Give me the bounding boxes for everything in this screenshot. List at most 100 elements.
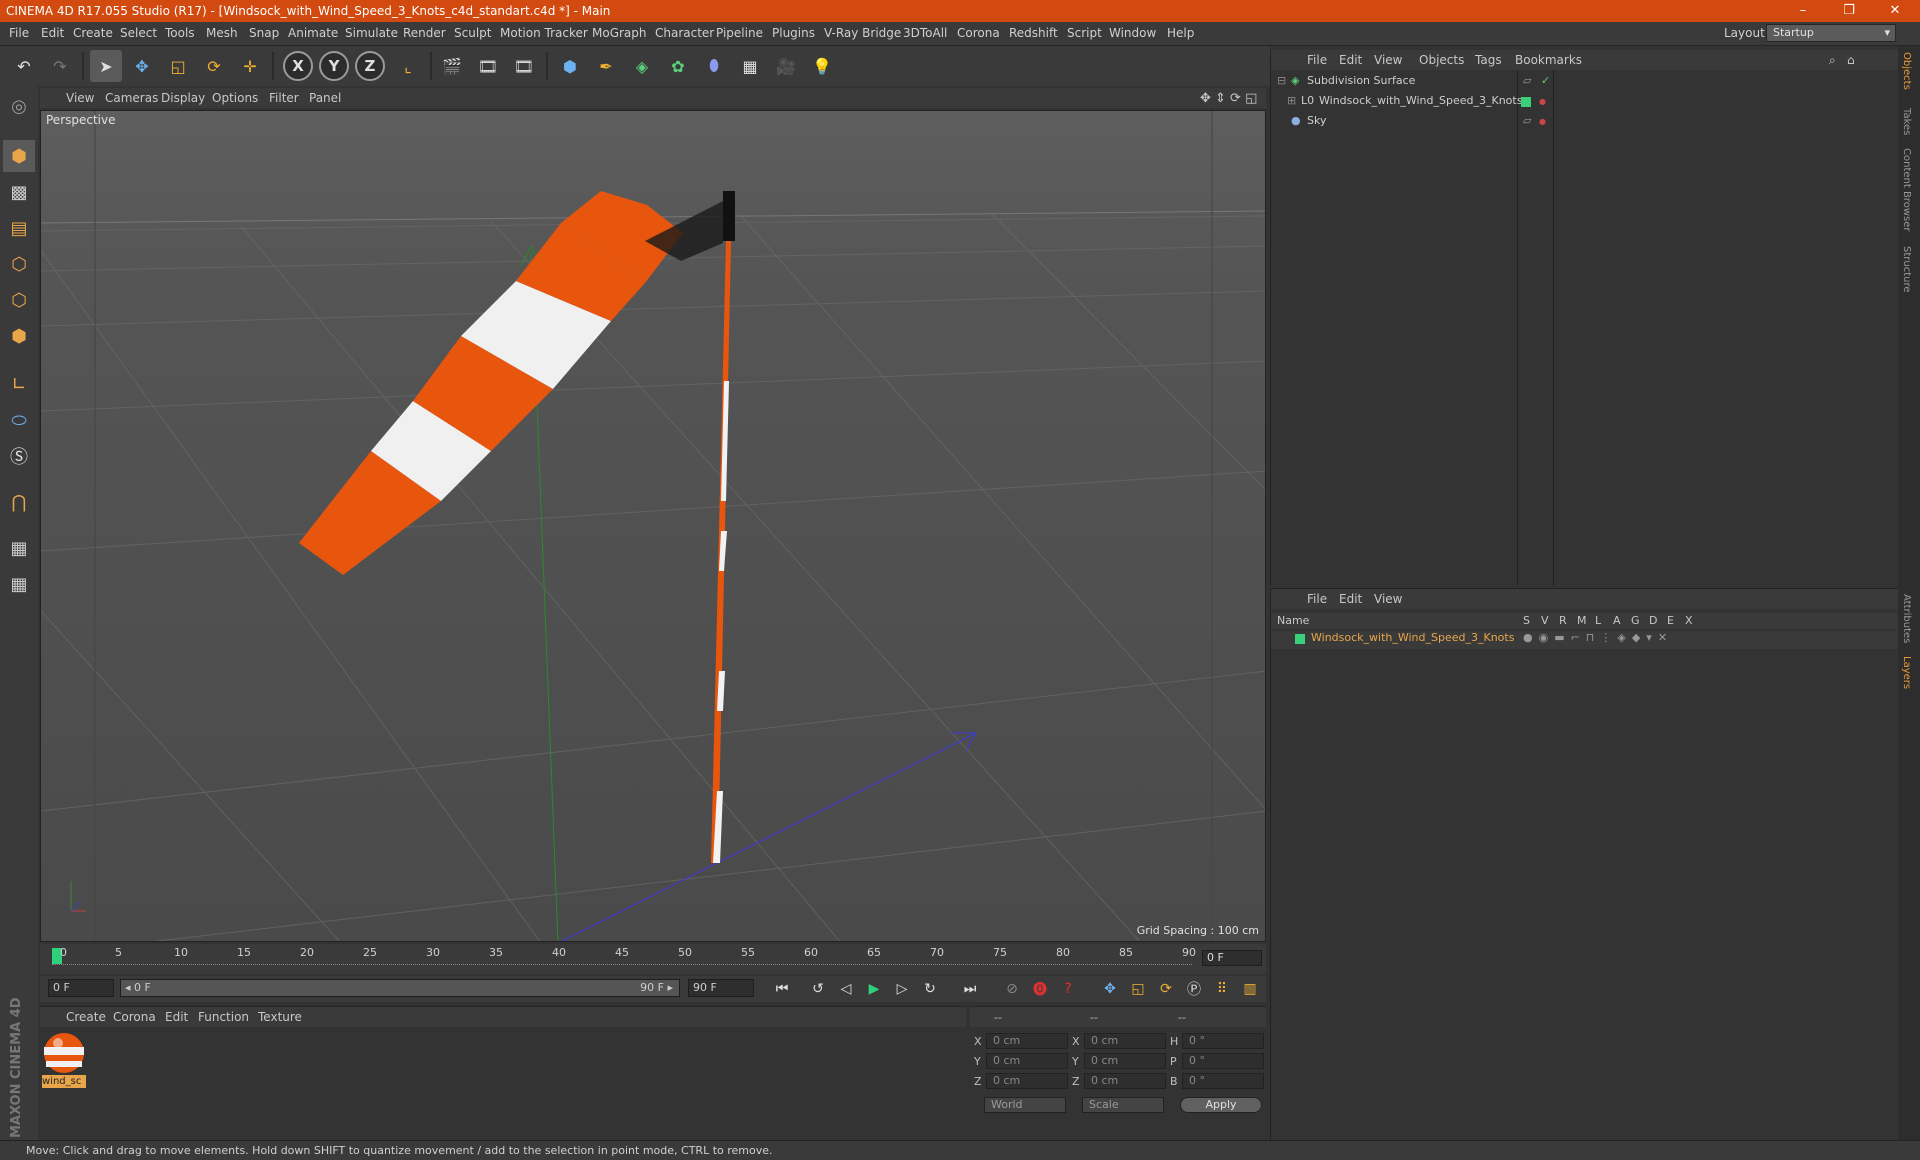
start-frame-field[interactable]: 0 F [48, 979, 114, 997]
menu-create[interactable]: Create [73, 26, 113, 40]
previous-key-button[interactable]: ↺ [806, 978, 830, 1000]
object-name[interactable]: Sky [1307, 114, 1326, 127]
menu-redshift[interactable]: Redshift [1009, 26, 1058, 40]
object-menu-tags[interactable]: Tags [1475, 53, 1502, 67]
scale-tool-button[interactable]: ◱ [162, 50, 194, 82]
layer-menu-edit[interactable]: Edit [1339, 592, 1362, 606]
viewport-menu-panel[interactable]: Panel [309, 91, 341, 105]
key-pla-button[interactable]: ⠿ [1210, 978, 1234, 1000]
apply-button[interactable]: Apply [1180, 1097, 1262, 1113]
viewport-menu-options[interactable]: Options [212, 91, 258, 105]
planar-workplane-button[interactable]: ▦ [3, 568, 35, 600]
viewport-nav-icons[interactable]: ✥ ⇕ ⟳ ◱ [1200, 91, 1257, 106]
key-param-button[interactable]: Ⓟ [1182, 978, 1206, 1000]
polygons-mode-button[interactable]: ⬢ [3, 320, 35, 352]
menu-3dtoall[interactable]: 3DToAll [903, 26, 947, 40]
coordinate-system-button[interactable]: ⌞ [392, 50, 424, 82]
model-mode-button[interactable]: ⬢ [3, 140, 35, 172]
record-active-button[interactable]: ⓿ [1028, 978, 1052, 1000]
rotate-tool-button[interactable]: ⟳ [198, 50, 230, 82]
expand-icon[interactable]: ⊞ [1287, 94, 1296, 107]
menu-window[interactable]: Window [1109, 26, 1156, 40]
make-editable-button[interactable]: ◎ [3, 90, 35, 122]
expand-icon[interactable]: ⊟ [1277, 74, 1286, 87]
key-rotation-button[interactable]: ⟳ [1154, 978, 1178, 1000]
undo-button[interactable]: ↶ [8, 50, 40, 82]
layer-color-icon[interactable] [1295, 634, 1305, 644]
next-frame-button[interactable]: ▷ [890, 978, 914, 1000]
menu-pipeline[interactable]: Pipeline [716, 26, 763, 40]
rot-b-field[interactable]: 0 ° [1182, 1073, 1264, 1089]
edges-mode-button[interactable]: ⬡ [3, 284, 35, 316]
size-y-field[interactable]: 0 cm [1084, 1053, 1166, 1069]
viewport-menu-filter[interactable]: Filter [269, 91, 299, 105]
edit-icon[interactable]: ▱ [1523, 114, 1531, 127]
menu-simulate[interactable]: Simulate [345, 26, 398, 40]
size-z-field[interactable]: 0 cm [1084, 1073, 1166, 1089]
tab-attributes[interactable]: Attributes [1901, 594, 1912, 643]
object-row[interactable]: ● Sky ▱ ● [1271, 114, 1899, 132]
magnet-button[interactable]: ⋂ [3, 486, 35, 518]
add-light-button[interactable]: 💡 [806, 50, 838, 82]
menu-help[interactable]: Help [1167, 26, 1194, 40]
record-keys-disabled-button[interactable]: ⊘ [1000, 978, 1024, 1000]
menu-snap[interactable]: Snap [249, 26, 279, 40]
tab-layers[interactable]: Layers [1901, 656, 1912, 689]
viewport-menu-view[interactable]: View [66, 91, 94, 105]
menu-sculpt[interactable]: Sculpt [454, 26, 491, 40]
menu-mesh[interactable]: Mesh [206, 26, 238, 40]
object-menu-view[interactable]: View [1374, 53, 1402, 67]
play-button[interactable]: ▶ [862, 978, 886, 1000]
menu-animate[interactable]: Animate [288, 26, 338, 40]
render-settings-button[interactable]: 🎞 [508, 50, 540, 82]
snap-button[interactable]: Ⓢ [3, 440, 35, 472]
frame-range-slider[interactable]: ◂ 0 F 90 F ▸ [120, 979, 680, 997]
object-row[interactable]: ⊞ L0 Windsock_with_Wind_Speed_3_Knots ● [1271, 94, 1899, 112]
layer-toggle-icons[interactable]: ●◉▬⌐⊓⋮◈◆▾✕ [1523, 631, 1673, 644]
timeline-window-button[interactable]: ▥ [1238, 978, 1262, 1000]
texture-mode-button[interactable]: ▩ [3, 176, 35, 208]
layer-color-icon[interactable] [1521, 97, 1531, 107]
menu-file[interactable]: File [9, 26, 29, 40]
menu-vray-bridge[interactable]: V-Ray Bridge [824, 26, 901, 40]
object-menu-edit[interactable]: Edit [1339, 53, 1362, 67]
size-mode-select[interactable]: Scale [1082, 1097, 1164, 1113]
coordinate-mode-select[interactable]: World [984, 1097, 1066, 1113]
layer-row[interactable]: Windsock_with_Wind_Speed_3_Knots ●◉▬⌐⊓⋮◈… [1271, 631, 1899, 649]
minimize-button[interactable]: – [1780, 0, 1826, 22]
layer-menu-view[interactable]: View [1374, 592, 1402, 606]
redo-button[interactable]: ↷ [44, 50, 76, 82]
pos-z-field[interactable]: 0 cm [986, 1073, 1068, 1089]
menu-motion-tracker[interactable]: Motion Tracker [500, 26, 588, 40]
tab-objects[interactable]: Objects [1901, 52, 1912, 90]
edit-icon[interactable]: ▱ [1523, 74, 1531, 87]
menu-select[interactable]: Select [120, 26, 157, 40]
menu-plugins[interactable]: Plugins [772, 26, 815, 40]
tab-content-browser[interactable]: Content Browser [1901, 148, 1912, 231]
object-menu-bookmarks[interactable]: Bookmarks [1515, 53, 1582, 67]
layer-menu-file[interactable]: File [1307, 592, 1327, 606]
viewport-menu-cameras[interactable]: Cameras [105, 91, 158, 105]
search-icon[interactable]: ⌕ [1829, 53, 1836, 68]
z-axis-button[interactable]: Z [355, 51, 385, 81]
layer-name[interactable]: Windsock_with_Wind_Speed_3_Knots [1311, 631, 1514, 644]
menu-edit[interactable]: Edit [41, 26, 64, 40]
menu-script[interactable]: Script [1067, 26, 1102, 40]
menu-corona[interactable]: Corona [957, 26, 1000, 40]
object-name[interactable]: Windsock_with_Wind_Speed_3_Knots [1319, 94, 1522, 107]
next-key-button[interactable]: ↻ [918, 978, 942, 1000]
end-frame-field[interactable]: 90 F [688, 979, 754, 997]
add-array-button[interactable]: ✿ [662, 50, 694, 82]
pos-y-field[interactable]: 0 cm [986, 1053, 1068, 1069]
menu-character[interactable]: Character [655, 26, 714, 40]
tab-structure[interactable]: Structure [1901, 246, 1912, 293]
close-button[interactable]: ✕ [1872, 0, 1918, 22]
y-axis-button[interactable]: Y [319, 51, 349, 81]
add-subdivision-button[interactable]: ◈ [626, 50, 658, 82]
workplane-mode-button[interactable]: ▤ [3, 212, 35, 244]
menu-render[interactable]: Render [403, 26, 446, 40]
material-menu-create[interactable]: Create [66, 1010, 106, 1024]
points-mode-button[interactable]: ⬡ [3, 248, 35, 280]
layout-select[interactable]: Startup ▾ [1766, 24, 1896, 42]
visibility-dots-icon[interactable]: ● [1539, 97, 1546, 106]
